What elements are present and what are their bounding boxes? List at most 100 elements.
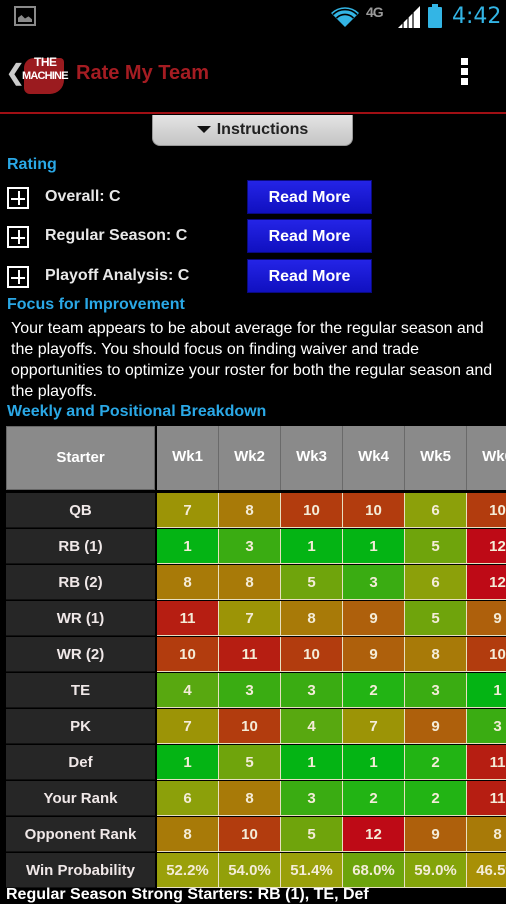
expand-icon[interactable] [7,187,29,209]
table-cell: 9 [467,601,506,636]
table-cell: 3 [405,673,467,708]
table-cell: 5 [281,565,343,600]
table-cell: 2 [405,781,467,816]
instructions-label: Instructions [216,121,309,138]
network-type: 4G [366,4,384,20]
strong-starters-text: Regular Season Strong Starters: RB (1), … [6,886,369,903]
rating-row-playoff-analysis: Playoff Analysis: C Read More [7,259,377,293]
table-cell: 3 [281,673,343,708]
table-cell: 68.0% [343,853,405,888]
table-cell: 11 [467,745,506,780]
table-cell: 3 [467,709,506,744]
row-label: RB (2) [6,565,155,600]
read-more-button[interactable]: Read More [247,219,372,253]
table-cell: 10 [157,637,219,672]
expand-icon[interactable] [7,226,29,248]
action-bar: ❮ THE MACHINE Rate My Team [0,36,506,114]
row-label: Opponent Rank [6,817,155,852]
table-cell: 12 [467,529,506,564]
table-cell: 3 [219,529,281,564]
table-cell: 5 [219,745,281,780]
table-cell: 1 [343,745,405,780]
table-cell: 5 [281,817,343,852]
header-week: Wk2 [219,426,281,490]
table-cell: 10 [219,709,281,744]
table-cell: 1 [281,745,343,780]
rating-label: Overall: C [45,188,121,205]
table-cell: 12 [467,565,506,600]
table-cell: 10 [219,817,281,852]
table-cell: 1 [281,529,343,564]
battery-icon [428,4,442,28]
table-cell: 10 [281,637,343,672]
breakdown-heading: Weekly and Positional Breakdown [7,403,267,420]
table-cell: 6 [405,565,467,600]
header-week: Wk1 [157,426,219,490]
table-cell: 46.5% [467,853,506,888]
table-cell: 3 [343,565,405,600]
table-cell: 10 [281,493,343,528]
page-title: Rate My Team [76,62,210,84]
table-cell: 7 [343,709,405,744]
rating-heading: Rating [7,156,57,173]
table-cell: 8 [281,601,343,636]
header-week: Wk5 [405,426,467,490]
read-more-button[interactable]: Read More [247,180,372,214]
table-cell: 5 [405,529,467,564]
table-cell: 11 [467,781,506,816]
row-label: PK [6,709,155,744]
table-cell: 8 [405,637,467,672]
rating-label: Playoff Analysis: C [45,267,190,284]
table-cell: 2 [343,673,405,708]
row-label: Def [6,745,155,780]
table-cell: 8 [219,565,281,600]
instructions-toggle[interactable]: Instructions [152,115,353,146]
expand-icon[interactable] [7,266,29,288]
rating-label: Regular Season: C [45,227,188,244]
header-week: Wk3 [281,426,343,490]
table-cell: 2 [343,781,405,816]
table-cell: 8 [467,817,506,852]
row-label: TE [6,673,155,708]
table-cell: 52.2% [157,853,219,888]
logo-text-machine: MACHINE [22,70,69,82]
wifi-icon [331,7,359,28]
rating-row-overall: Overall: C Read More [7,180,377,214]
table-cell: 4 [157,673,219,708]
clock: 4:42 [452,4,502,29]
header-week: Wk4 [343,426,405,490]
signal-icon [398,6,420,28]
table-cell: 8 [219,781,281,816]
table-cell: 54.0% [219,853,281,888]
table-cell: 7 [219,601,281,636]
focus-heading: Focus for Improvement [7,296,185,313]
table-cell: 9 [405,709,467,744]
row-label: WR (2) [6,637,155,672]
read-more-button[interactable]: Read More [247,259,372,293]
table-cell: 7 [157,709,219,744]
table-cell: 9 [343,601,405,636]
table-cell: 12 [343,817,405,852]
table-cell: 51.4% [281,853,343,888]
table-cell: 9 [343,637,405,672]
table-cell: 11 [157,601,219,636]
row-label: Your Rank [6,781,155,816]
table-cell: 9 [405,817,467,852]
table-cell: 6 [157,781,219,816]
logo-text-the: THE [34,55,57,69]
table-cell: 10 [467,493,506,528]
triangle-down-icon [196,126,211,134]
row-label: Win Probability [6,853,155,888]
table-cell: 1 [467,673,506,708]
rating-row-regular-season: Regular Season: C Read More [7,219,377,253]
header-week: Wk6 [467,426,506,490]
overflow-menu-icon[interactable] [461,58,469,88]
row-label: QB [6,493,155,528]
status-bar: 4G 4:42 [0,0,506,36]
table-cell: 10 [343,493,405,528]
table-cell: 3 [281,781,343,816]
app-logo[interactable]: THE MACHINE [20,52,69,96]
table-cell: 59.0% [405,853,467,888]
table-cell: 8 [157,565,219,600]
focus-text: Your team appears to be about average fo… [11,320,493,400]
